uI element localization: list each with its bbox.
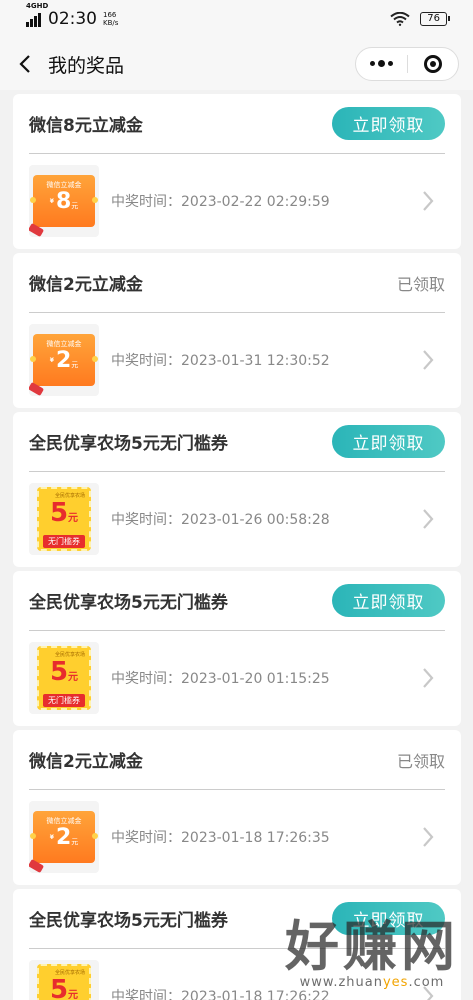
prize-title: 全民优享农场5元无门槛券	[29, 593, 228, 613]
win-time: 中奖时间：2023-01-31 12:30:52	[111, 353, 330, 369]
status-time: 02:30	[48, 9, 97, 29]
wechat-coupon-image: 微信立减金 ¥2元	[30, 334, 98, 386]
target-icon	[423, 55, 442, 73]
signal-icon: 4GHD	[26, 2, 48, 27]
farm-coupon-image: 全民优享农场 5元 无门槛券	[37, 487, 91, 551]
more-button[interactable]	[356, 48, 407, 80]
prize-title: 微信8元立减金	[29, 116, 143, 136]
wechat-coupon-image: 微信立减金 ¥8元	[30, 175, 98, 227]
wifi-icon	[390, 12, 410, 26]
prize-card-header: 微信2元立减金 已领取	[29, 253, 445, 313]
chevron-right-icon	[423, 668, 434, 688]
back-icon[interactable]	[14, 53, 36, 75]
farm-coupon-image: 全民优享农场 5元 无门槛券	[37, 646, 91, 710]
prize-list: 微信8元立减金 立即领取 微信立减金 ¥8元 中奖时间：2023-02-22 0…	[13, 94, 461, 1000]
net-speed: 166 KB/s	[103, 11, 119, 27]
prize-card: 全民优享农场5元无门槛券 立即领取 全民优享农场 5元 无门槛券 中奖时间：20…	[13, 571, 461, 726]
page-title: 我的奖品	[48, 54, 125, 77]
prize-detail-row[interactable]: 全民优享农场 5元 无门槛券 中奖时间：2023-01-20 01:15:25	[29, 631, 445, 725]
close-miniprogram-button[interactable]	[408, 48, 459, 80]
prize-title: 微信2元立减金	[29, 752, 143, 772]
claim-button[interactable]: 立即领取	[332, 902, 445, 935]
win-time: 中奖时间：2023-01-26 00:58:28	[111, 512, 330, 528]
prize-thumbnail: 全民优享农场 5元 无门槛券	[29, 960, 99, 1000]
claimed-label: 已领取	[396, 274, 445, 294]
prize-title: 全民优享农场5元无门槛券	[29, 434, 228, 454]
prize-detail-row[interactable]: 全民优享农场 5元 无门槛券 中奖时间：2023-01-26 00:58:28	[29, 472, 445, 566]
prize-card: 微信8元立减金 立即领取 微信立减金 ¥8元 中奖时间：2023-02-22 0…	[13, 94, 461, 249]
claim-button[interactable]: 立即领取	[332, 584, 445, 617]
prize-card-header: 全民优享农场5元无门槛券 立即领取	[29, 889, 445, 949]
mini-program-capsule	[355, 47, 459, 81]
prize-card-header: 全民优享农场5元无门槛券 立即领取	[29, 571, 445, 631]
nav-header: 我的奖品	[0, 38, 473, 90]
more-icon	[369, 60, 393, 67]
farm-coupon-image: 全民优享农场 5元 无门槛券	[37, 964, 91, 1000]
prize-card: 微信2元立减金 已领取 微信立减金 ¥2元 中奖时间：2023-01-18 17…	[13, 730, 461, 885]
claim-button[interactable]: 立即领取	[332, 107, 445, 140]
prize-card-header: 微信2元立减金 已领取	[29, 730, 445, 790]
win-time: 中奖时间：2023-01-18 17:26:35	[111, 830, 330, 846]
prize-card: 全民优享农场5元无门槛券 立即领取 全民优享农场 5元 无门槛券 中奖时间：20…	[13, 412, 461, 567]
chevron-right-icon	[423, 827, 434, 847]
prize-thumbnail: 微信立减金 ¥8元	[29, 165, 99, 237]
win-time: 中奖时间：2023-01-18 17:26:22	[111, 989, 330, 1000]
chevron-right-icon	[423, 986, 434, 1000]
chevron-right-icon	[423, 509, 434, 529]
prize-title: 全民优享农场5元无门槛券	[29, 911, 228, 931]
chevron-right-icon	[423, 191, 434, 211]
win-time: 中奖时间：2023-01-20 01:15:25	[111, 671, 330, 687]
prize-detail-row[interactable]: 微信立减金 ¥2元 中奖时间：2023-01-18 17:26:35	[29, 790, 445, 884]
chevron-right-icon	[423, 350, 434, 370]
prize-title: 微信2元立减金	[29, 275, 143, 295]
prize-card: 微信2元立减金 已领取 微信立减金 ¥2元 中奖时间：2023-01-31 12…	[13, 253, 461, 408]
prize-thumbnail: 微信立减金 ¥2元	[29, 801, 99, 873]
status-bar: 4GHD 02:30 166 KB/s 76	[0, 0, 473, 38]
prize-card-header: 全民优享农场5元无门槛券 立即领取	[29, 412, 445, 472]
prize-card-header: 微信8元立减金 立即领取	[29, 94, 445, 154]
prize-card: 全民优享农场5元无门槛券 立即领取 全民优享农场 5元 无门槛券 中奖时间：20…	[13, 889, 461, 1000]
prize-detail-row[interactable]: 微信立减金 ¥8元 中奖时间：2023-02-22 02:29:59	[29, 154, 445, 248]
prize-thumbnail: 全民优享农场 5元 无门槛券	[29, 642, 99, 714]
wechat-coupon-image: 微信立减金 ¥2元	[30, 811, 98, 863]
prize-detail-row[interactable]: 全民优享农场 5元 无门槛券 中奖时间：2023-01-18 17:26:22	[29, 949, 445, 1000]
win-time: 中奖时间：2023-02-22 02:29:59	[111, 194, 330, 210]
prize-detail-row[interactable]: 微信立减金 ¥2元 中奖时间：2023-01-31 12:30:52	[29, 313, 445, 407]
prize-thumbnail: 微信立减金 ¥2元	[29, 324, 99, 396]
claimed-label: 已领取	[396, 751, 445, 771]
claim-button[interactable]: 立即领取	[332, 425, 445, 458]
battery-icon: 76	[420, 12, 450, 26]
prize-thumbnail: 全民优享农场 5元 无门槛券	[29, 483, 99, 555]
